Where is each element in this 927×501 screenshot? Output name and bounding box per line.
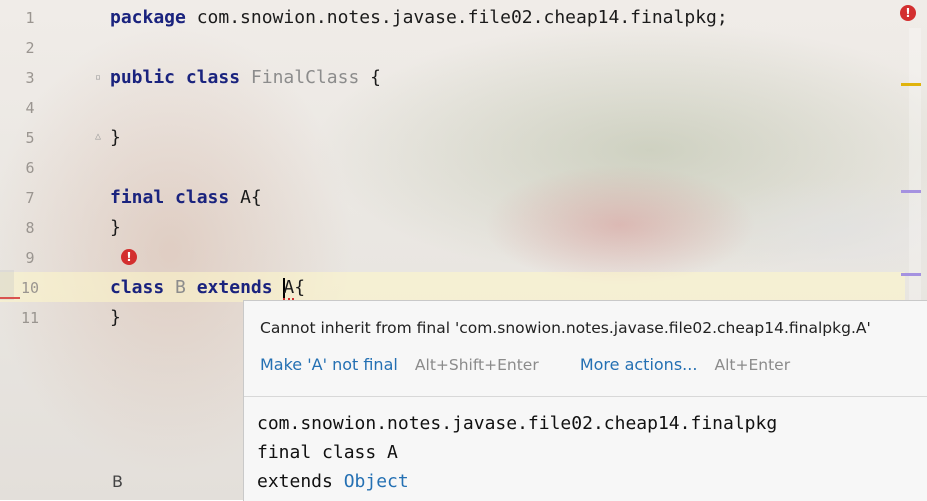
make-not-final-action[interactable]: Make 'A' not final [260,355,398,374]
code-line-7[interactable]: final class A{ [110,183,262,213]
fold-close-icon[interactable]: △ [92,131,104,143]
keyword: package [110,7,186,28]
line-number: 1 [25,9,35,27]
line-number: 7 [25,189,35,207]
usage-marker[interactable] [901,190,921,193]
brace: { [294,277,306,298]
keyword: extends [196,277,273,298]
brace: } [110,217,121,238]
error-message: Cannot inherit from final 'com.snowion.n… [260,319,871,337]
keyword: class [185,67,241,88]
class-name: A{ [240,187,262,208]
line-number: 8 [25,219,35,237]
doc-extends-keyword: extends [257,471,344,492]
keyword: class [110,277,165,298]
line-number: 6 [25,159,35,177]
package-path: com.snowion.notes.javase.file02.cheap14.… [185,7,728,28]
line-number: 9 [25,249,35,267]
error-bulb-icon[interactable]: ! [121,249,137,265]
breadcrumb-class[interactable]: B [112,472,123,491]
more-actions-link[interactable]: More actions... [580,355,698,374]
quick-doc: com.snowion.notes.javase.file02.cheap14.… [257,409,777,496]
keyword: class [175,187,230,208]
code-line-10[interactable]: class B extends A{ [110,273,305,303]
brace: { [359,67,381,88]
error-target[interactable]: A [283,277,295,300]
code-line-8[interactable]: } [110,213,121,243]
line-number: 11 [20,309,40,327]
doc-package: com.snowion.notes.javase.file02.cheap14.… [257,413,778,434]
code-line-3[interactable]: public class FinalClass { [110,63,381,93]
line-number: 2 [25,39,35,57]
fold-open-icon[interactable]: ▫ [92,72,104,84]
line-number-gutter[interactable]: 1 2 3 4 5 6 7 8 9 10 11 [0,0,100,500]
divider [244,396,927,397]
doc-declaration: final class A [257,442,398,463]
warning-marker[interactable] [901,83,921,86]
brace: } [110,127,121,148]
line-number: 3 [25,69,35,87]
line-number: 4 [25,99,35,117]
shortcut-label: Alt+Shift+Enter [414,356,539,374]
code-line-1[interactable]: package com.snowion.notes.javase.file02.… [110,3,728,33]
keyword: public [110,67,176,88]
class-name: FinalClass [250,67,360,88]
error-tooltip-popup: Cannot inherit from final 'com.snowion.n… [243,300,927,501]
line-number: 5 [25,129,35,147]
line-number: 10 [20,279,40,297]
brace: } [110,307,121,328]
code-line-5[interactable]: } [110,123,121,153]
quick-fix-actions: Make 'A' not final Alt+Shift+Enter More … [260,355,790,381]
inspection-error-icon[interactable]: ! [900,5,916,21]
usage-marker[interactable] [901,273,921,276]
keyword: final [110,187,165,208]
code-line-11[interactable]: } [110,303,121,333]
class-name: B [175,277,186,298]
shortcut-label: Alt+Enter [714,356,791,374]
doc-extends-type-link[interactable]: Object [344,471,409,492]
